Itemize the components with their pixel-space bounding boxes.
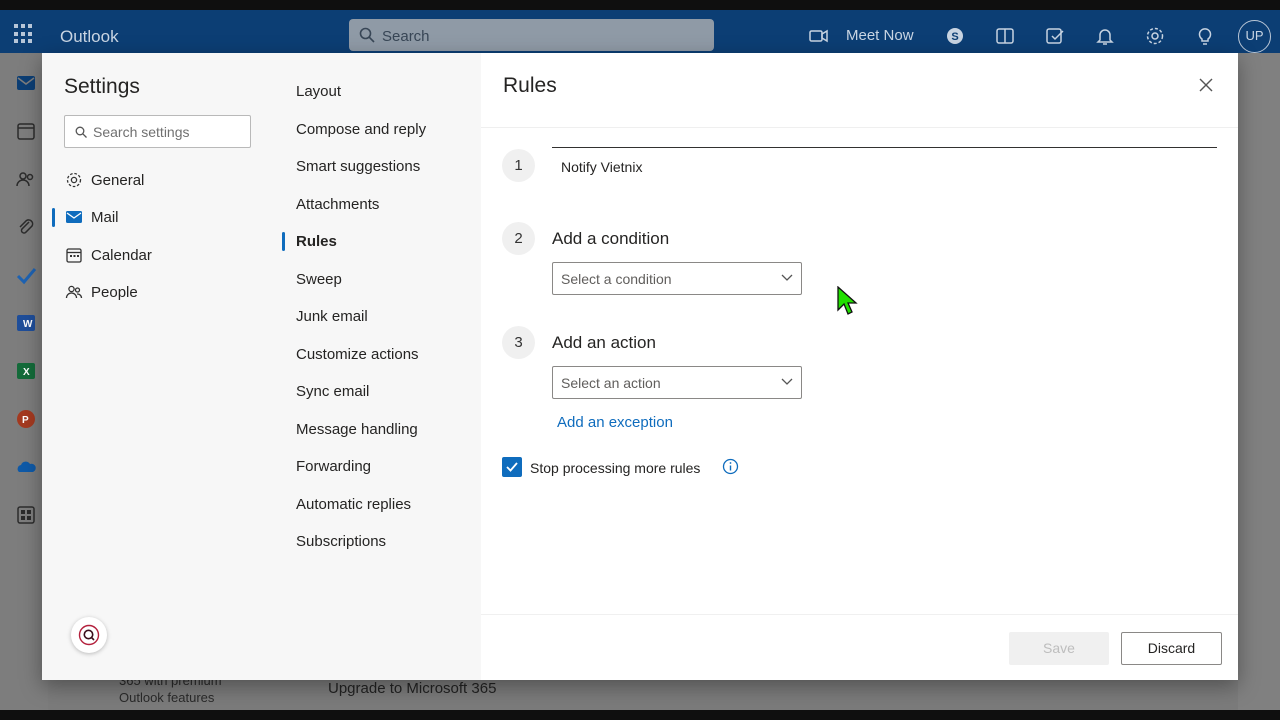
mail-item-junk-email[interactable]: Junk email xyxy=(280,300,481,332)
rule-name-field[interactable] xyxy=(552,147,1217,183)
mail-item-forwarding[interactable]: Forwarding xyxy=(280,450,481,482)
mouse-cursor-icon xyxy=(837,286,858,315)
condition-dropdown[interactable]: Select a condition xyxy=(552,262,802,295)
user-avatar[interactable]: UP xyxy=(1238,20,1271,53)
word-app-icon[interactable]: W xyxy=(15,312,37,334)
divider xyxy=(481,614,1238,615)
close-icon[interactable] xyxy=(1197,76,1215,94)
mail-icon xyxy=(66,211,82,223)
rules-content-pane: Rules 1 2 Add a condition Select a condi… xyxy=(481,53,1238,680)
mail-item-smart-suggestions[interactable]: Smart suggestions xyxy=(280,150,481,182)
app-launcher-icon[interactable] xyxy=(14,24,34,44)
category-label: General xyxy=(91,172,145,189)
mail-item-sync-email[interactable]: Sync email xyxy=(280,375,481,407)
help-search-button[interactable] xyxy=(71,617,107,653)
upgrade-link[interactable]: Upgrade to Microsoft 365 xyxy=(328,680,496,697)
add-exception-link[interactable]: Add an exception xyxy=(557,414,673,431)
active-indicator xyxy=(282,232,285,251)
mail-item-attachments[interactable]: Attachments xyxy=(280,188,481,220)
step-number: 3 xyxy=(502,326,535,359)
discard-button[interactable]: Discard xyxy=(1121,632,1222,665)
active-indicator xyxy=(52,208,55,227)
mail-item-layout[interactable]: Layout xyxy=(280,75,481,107)
rule-name-input[interactable] xyxy=(561,157,1201,177)
outlook-search-box[interactable]: Search xyxy=(349,19,714,51)
calendar-icon[interactable] xyxy=(15,120,37,142)
excel-app-icon[interactable]: X xyxy=(15,360,37,382)
rules-title: Rules xyxy=(503,74,557,97)
condition-placeholder: Select a condition xyxy=(561,271,672,287)
svg-text:P: P xyxy=(22,415,29,426)
lightbulb-icon[interactable] xyxy=(1194,25,1216,47)
mail-item-message-handling[interactable]: Message handling xyxy=(280,413,481,445)
onedrive-icon[interactable] xyxy=(15,456,37,478)
category-mail[interactable]: Mail xyxy=(42,200,280,234)
more-apps-icon[interactable] xyxy=(15,504,37,526)
word-icon[interactable] xyxy=(994,25,1016,47)
help-search-icon xyxy=(78,624,100,646)
video-camera-icon[interactable] xyxy=(808,25,830,47)
mail-item-customize-actions[interactable]: Customize actions xyxy=(280,338,481,370)
bell-icon[interactable] xyxy=(1094,25,1116,47)
svg-text:S: S xyxy=(951,31,958,43)
gear-icon xyxy=(66,172,82,188)
category-label: People xyxy=(91,284,138,301)
step-number: 2 xyxy=(502,222,535,255)
action-dropdown[interactable]: Select an action xyxy=(552,366,802,399)
svg-text:X: X xyxy=(23,367,30,378)
mail-item-subscriptions[interactable]: Subscriptions xyxy=(280,525,481,557)
skype-icon[interactable]: S xyxy=(944,25,966,47)
info-icon[interactable] xyxy=(722,458,739,475)
meet-now-button[interactable]: Meet Now xyxy=(846,27,914,44)
category-general[interactable]: General xyxy=(42,163,280,197)
mail-icon[interactable] xyxy=(15,72,37,94)
action-placeholder: Select an action xyxy=(561,375,661,391)
mail-item-rules[interactable]: Rules xyxy=(280,225,481,257)
gear-icon[interactable] xyxy=(1144,25,1166,47)
search-placeholder: Search xyxy=(382,28,430,45)
checkmark-icon xyxy=(506,462,518,472)
settings-dialog: Settings General Mail Calendar People xyxy=(42,53,1238,680)
search-icon xyxy=(359,27,375,43)
calendar-icon xyxy=(66,248,82,263)
mail-item-sweep[interactable]: Sweep xyxy=(280,263,481,295)
search-icon xyxy=(75,126,87,138)
chevron-down-icon xyxy=(781,274,793,281)
app-rail: W X P xyxy=(0,53,48,710)
outlook-brand[interactable]: Outlook xyxy=(60,27,119,47)
category-calendar[interactable]: Calendar xyxy=(42,238,280,272)
category-label: Mail xyxy=(91,209,119,226)
category-label: Calendar xyxy=(91,247,152,264)
mail-item-automatic-replies[interactable]: Automatic replies xyxy=(280,488,481,520)
add-condition-label: Add a condition xyxy=(552,229,670,248)
people-icon[interactable] xyxy=(15,168,37,190)
todo-icon[interactable] xyxy=(15,264,37,286)
settings-title: Settings xyxy=(64,75,140,98)
mail-settings-pane: Layout Compose and reply Smart suggestio… xyxy=(280,53,481,680)
background-mail-area xyxy=(1238,53,1280,710)
people-icon xyxy=(65,285,83,299)
background-bottom-strip xyxy=(48,680,1238,710)
screen: Outlook Search Meet Now S UP W X P Upgra… xyxy=(0,10,1280,710)
my-day-icon[interactable] xyxy=(1044,25,1066,47)
chevron-down-icon xyxy=(781,378,793,385)
stop-processing-label[interactable]: Stop processing more rules xyxy=(530,460,700,476)
powerpoint-app-icon[interactable]: P xyxy=(15,408,37,430)
settings-search-box[interactable] xyxy=(64,115,251,148)
paperclip-icon[interactable] xyxy=(15,216,37,238)
mail-item-compose-and-reply[interactable]: Compose and reply xyxy=(280,113,481,145)
outlook-top-bar: Outlook Search Meet Now S UP xyxy=(0,10,1280,53)
svg-text:W: W xyxy=(23,319,33,330)
save-button[interactable]: Save xyxy=(1009,632,1109,665)
add-action-label: Add an action xyxy=(552,333,656,352)
category-people[interactable]: People xyxy=(42,275,280,309)
step-number: 1 xyxy=(502,149,535,182)
settings-categories-pane: Settings General Mail Calendar People xyxy=(42,53,280,680)
divider xyxy=(481,127,1238,128)
settings-search-input[interactable] xyxy=(93,123,245,141)
stop-processing-checkbox[interactable] xyxy=(502,457,522,477)
